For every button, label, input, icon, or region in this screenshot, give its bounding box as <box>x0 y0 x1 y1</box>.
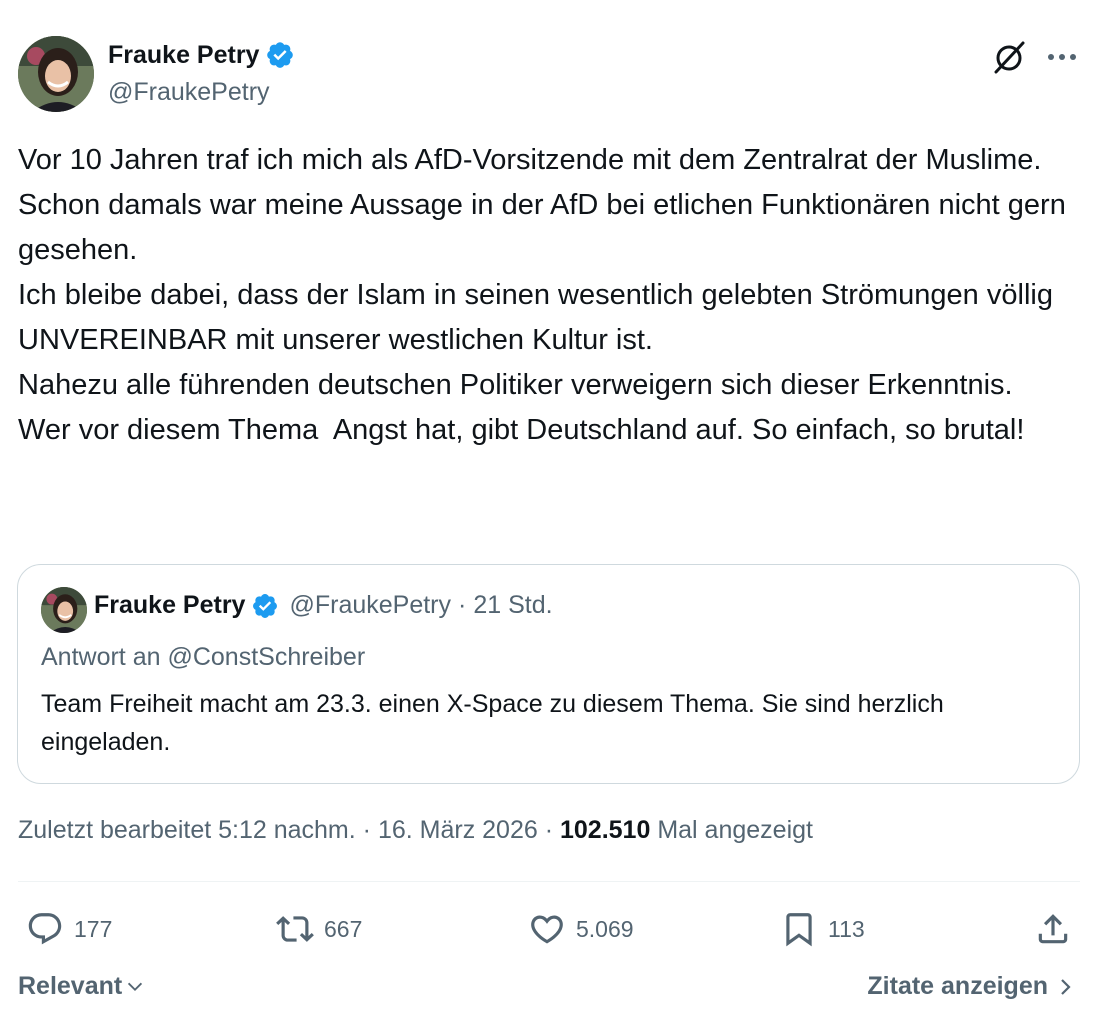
quote-author-row: Frauke Petry @FraukePetry · 21 Std. <box>94 591 553 620</box>
repost-icon <box>276 916 314 942</box>
quote-timestamp[interactable]: 21 Std. <box>473 591 552 620</box>
action-bar: 177 667 5.069 113 <box>18 900 1080 958</box>
separator-dot: · <box>544 816 554 844</box>
quote-avatar-photo <box>41 587 87 633</box>
heart-icon <box>531 915 563 944</box>
bookmark-count: 113 <box>828 915 865 942</box>
reply-icon <box>28 913 62 945</box>
like-count: 5.069 <box>576 915 634 942</box>
quoted-tweet[interactable]: Frauke Petry @FraukePetry · 21 Std. Antw… <box>17 564 1080 784</box>
reply-prefix: Antwort an <box>41 643 161 671</box>
quote-display-name[interactable]: Frauke Petry <box>94 591 245 620</box>
avatar[interactable] <box>18 36 94 112</box>
repost-button[interactable]: 667 <box>276 900 362 958</box>
views-label: Mal angezeigt <box>657 816 813 844</box>
view-quotes-link[interactable]: Zitate anzeigen <box>867 972 1076 1001</box>
avatar-photo <box>18 36 94 112</box>
verified-badge-icon <box>251 592 279 620</box>
like-button[interactable]: 5.069 <box>528 900 634 958</box>
tweet-date[interactable]: 16. März 2026 <box>378 816 538 844</box>
tweet-meta: Zuletzt bearbeitet 5:12 nachm. · 16. Mär… <box>18 816 813 845</box>
author-name-row: Frauke Petry <box>108 40 295 70</box>
author-handle[interactable]: @FraukePetry <box>108 78 270 107</box>
reply-to-handle[interactable]: @ConstSchreiber <box>167 643 365 671</box>
slashed-circle-icon[interactable] <box>990 38 1028 76</box>
quotes-label: Zitate anzeigen <box>867 972 1048 1000</box>
bookmark-icon <box>786 913 812 947</box>
share-button[interactable] <box>1034 900 1072 958</box>
tweet-text: Vor 10 Jahren traf ich mich als AfD-Vors… <box>18 144 1066 446</box>
more-dots-icon[interactable] <box>1046 44 1078 70</box>
reply-count: 177 <box>74 915 113 942</box>
views-count: 102.510 <box>560 816 651 844</box>
tweet-header: Frauke Petry @FraukePetry <box>18 36 1080 112</box>
author-display-name[interactable]: Frauke Petry <box>108 41 259 70</box>
sort-dropdown[interactable]: Relevant <box>18 972 146 1001</box>
divider <box>18 881 1080 882</box>
verified-badge-icon[interactable] <box>265 40 295 70</box>
quote-avatar[interactable] <box>41 587 87 633</box>
bookmark-button[interactable]: 113 <box>780 900 865 958</box>
chevron-right-icon <box>1061 978 1071 995</box>
chevron-down-icon <box>128 982 143 991</box>
separator-dot: · <box>458 591 467 619</box>
quote-handle[interactable]: @FraukePetry <box>289 591 451 620</box>
separator-dot: · <box>362 816 371 844</box>
edited-timestamp[interactable]: Zuletzt bearbeitet 5:12 nachm. <box>18 816 356 844</box>
quote-text: Team Freiheit macht am 23.3. einen X-Spa… <box>41 690 944 756</box>
repost-count: 667 <box>324 915 363 942</box>
replies-footer: Relevant Zitate anzeigen <box>18 968 1080 1008</box>
reply-button[interactable]: 177 <box>26 900 112 958</box>
quote-reply-context: Antwort an @ConstSchreiber <box>41 643 365 672</box>
share-icon <box>1038 914 1068 944</box>
sort-label: Relevant <box>18 972 123 1000</box>
